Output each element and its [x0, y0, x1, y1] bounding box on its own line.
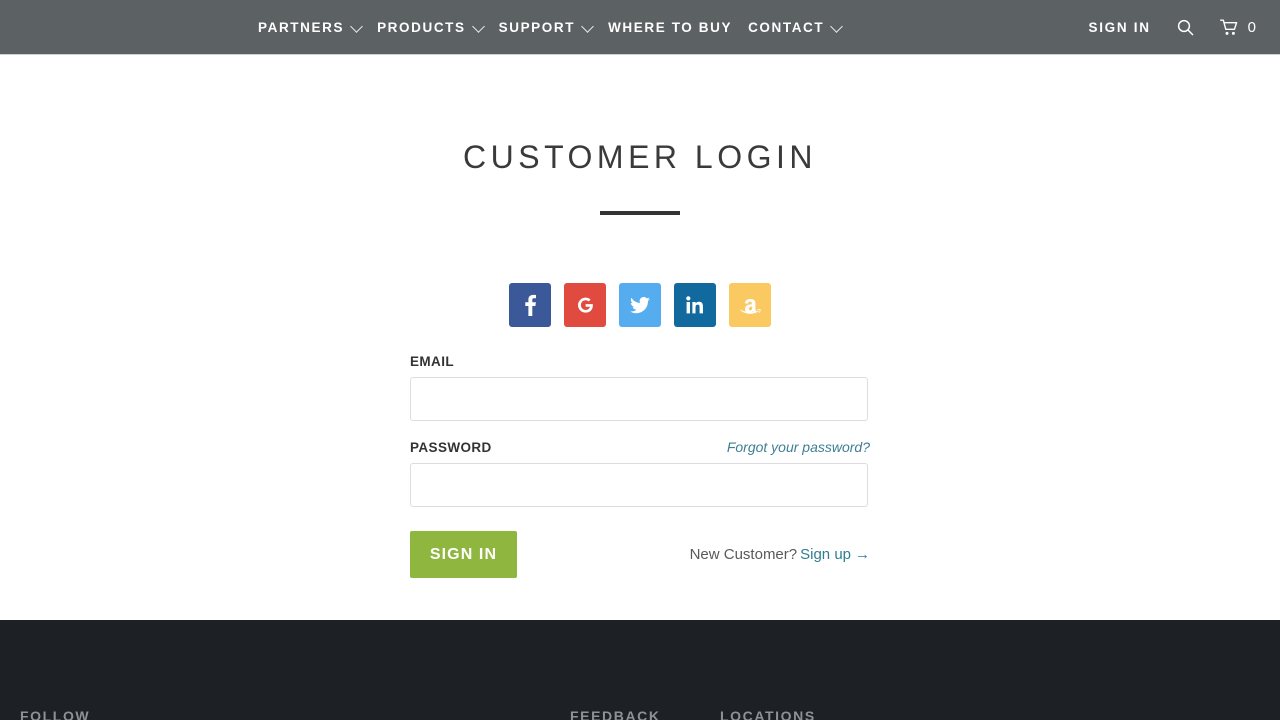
new-customer-text: New Customer? [689, 546, 798, 564]
cart-count-badge: 0 [1247, 19, 1256, 36]
email-label: EMAIL [410, 354, 454, 370]
footer-column-feedback: FEEDBACK [570, 708, 720, 720]
social-login-facebook-button[interactable] [509, 283, 551, 328]
nav-item-label: CONTACT [748, 19, 825, 35]
social-login-linkedin-button[interactable] [674, 283, 716, 328]
chevron-down-icon [830, 19, 844, 33]
top-navigation-bar: PARTNERS PRODUCTS SUPPORT WHERE TO BUY C… [0, 0, 1280, 55]
email-input[interactable] [410, 377, 868, 422]
linkedin-icon [686, 296, 703, 314]
nav-utility-group: SIGN IN 0 [1089, 0, 1257, 55]
facebook-icon [524, 295, 536, 317]
footer-heading-follow: FOLLOW [20, 708, 91, 720]
social-login-amazon-button[interactable] [729, 283, 771, 328]
social-login-google-button[interactable] [564, 283, 606, 328]
footer-column-locations: LOCATIONS [720, 708, 816, 720]
page-title: CUSTOMER LOGIN [463, 139, 817, 175]
cart-button[interactable]: 0 [1219, 19, 1256, 36]
nav-item-where-to-buy[interactable]: WHERE TO BUY [608, 21, 732, 35]
nav-item-label: PARTNERS [258, 19, 345, 35]
arrow-right-icon[interactable]: → [855, 546, 870, 563]
email-field-group: EMAIL [410, 354, 870, 422]
nav-item-products[interactable]: PRODUCTS [377, 19, 485, 35]
chevron-down-icon [471, 19, 485, 33]
nav-item-label: PRODUCTS [377, 19, 466, 35]
google-icon [577, 297, 593, 313]
footer-heading-feedback: FEEDBACK [570, 708, 661, 720]
chevron-down-icon [581, 19, 594, 33]
login-form: EMAIL PASSWORD Forgot your password? SIG… [410, 215, 870, 579]
password-label-row: PASSWORD Forgot your password? [410, 439, 870, 455]
nav-item-support[interactable]: SUPPORT [498, 19, 594, 35]
password-field-group: PASSWORD Forgot your password? [410, 439, 870, 508]
sign-up-link[interactable]: Sign up [800, 546, 851, 563]
nav-item-partners[interactable]: PARTNERS [258, 19, 363, 35]
social-login-twitter-button[interactable] [619, 283, 661, 328]
footer-columns: FOLLOW FEEDBACK LOCATIONS [0, 620, 1280, 720]
nav-sign-in-link[interactable]: SIGN IN [1089, 20, 1151, 35]
footer-heading-locations: LOCATIONS [720, 708, 816, 720]
primary-nav-links: PARTNERS PRODUCTS SUPPORT WHERE TO BUY C… [258, 0, 844, 55]
search-button[interactable] [1177, 19, 1194, 36]
footer-column-follow: FOLLOW [20, 708, 570, 720]
forgot-password-link[interactable]: Forgot your password? [727, 439, 870, 455]
search-icon [1177, 19, 1194, 36]
submit-row: SIGN IN New Customer? Sign up → [410, 531, 870, 579]
sign-in-submit-button[interactable]: SIGN IN [410, 531, 517, 579]
password-label: PASSWORD [410, 440, 492, 456]
password-input[interactable] [410, 463, 868, 508]
site-footer: FOLLOW FEEDBACK LOCATIONS [0, 620, 1280, 720]
shopping-cart-icon [1219, 19, 1237, 35]
email-label-row: EMAIL [410, 354, 870, 369]
chevron-down-icon [350, 19, 363, 33]
nav-item-label: SUPPORT [498, 19, 576, 35]
amazon-icon [739, 299, 761, 315]
social-login-row [410, 283, 870, 328]
main-content: CUSTOMER LOGIN EMAIL PASSWORD Forgot you… [0, 55, 1280, 620]
nav-item-contact[interactable]: CONTACT [748, 19, 844, 35]
nav-item-label: WHERE TO BUY [608, 19, 733, 35]
twitter-icon [630, 296, 650, 314]
new-customer-prompt: New Customer? Sign up → [690, 546, 870, 563]
